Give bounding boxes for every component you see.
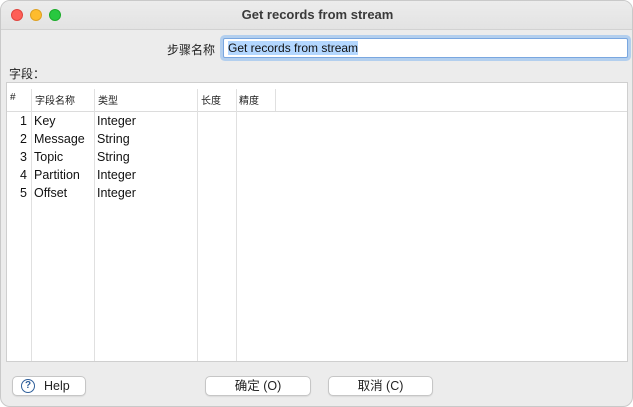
row-number: 1	[20, 114, 27, 128]
help-button-label: Help	[44, 379, 70, 393]
dialog-window: Get records from stream 步骤名称 Get records…	[0, 0, 633, 407]
cancel-button[interactable]: 取消 (C)	[328, 376, 433, 396]
column-divider	[31, 89, 32, 361]
column-header-length[interactable]: 长度	[201, 92, 221, 107]
ok-button-label: 确定 (O)	[234, 379, 282, 393]
column-divider	[236, 89, 237, 361]
window-title: Get records from stream	[241, 7, 394, 22]
column-divider	[197, 89, 198, 361]
step-name-value: Get records from stream	[228, 41, 359, 55]
row-number: 2	[20, 132, 27, 146]
column-divider	[94, 89, 95, 361]
column-header-field-name[interactable]: 字段名称	[35, 92, 75, 107]
question-circle-icon: ?	[21, 379, 35, 393]
title-bar[interactable]: Get records from stream	[1, 1, 632, 30]
field-type-cell[interactable]: String	[97, 132, 130, 146]
row-number: 4	[20, 168, 27, 182]
field-name-cell[interactable]: Offset	[34, 186, 67, 200]
field-name-cell[interactable]: Key	[34, 114, 56, 128]
row-number: 3	[20, 150, 27, 164]
cancel-button-label: 取消 (C)	[357, 379, 404, 393]
field-type-cell[interactable]: Integer	[97, 114, 136, 128]
help-button[interactable]: ? Help	[12, 376, 86, 396]
step-name-label: 步骤名称	[166, 43, 215, 57]
field-name-cell[interactable]: Message	[34, 132, 85, 146]
field-type-cell[interactable]: Integer	[97, 186, 136, 200]
column-header-number[interactable]: #	[10, 92, 16, 103]
ok-button[interactable]: 确定 (O)	[205, 376, 311, 396]
field-name-cell[interactable]: Partition	[34, 168, 80, 182]
column-header-type[interactable]: 类型	[98, 92, 118, 107]
table-header: # 字段名称 类型 长度 精度	[7, 83, 627, 112]
row-number: 5	[20, 186, 27, 200]
column-divider	[275, 89, 276, 111]
field-type-cell[interactable]: Integer	[97, 168, 136, 182]
field-type-cell[interactable]: String	[97, 150, 130, 164]
step-name-input[interactable]: Get records from stream	[223, 38, 628, 58]
column-header-precision[interactable]: 精度	[239, 92, 259, 107]
fields-table: # 字段名称 类型 长度 精度 1 Key Integer 2 Message …	[6, 82, 628, 362]
field-name-cell[interactable]: Topic	[34, 150, 63, 164]
fields-label: 字段：	[9, 67, 46, 81]
